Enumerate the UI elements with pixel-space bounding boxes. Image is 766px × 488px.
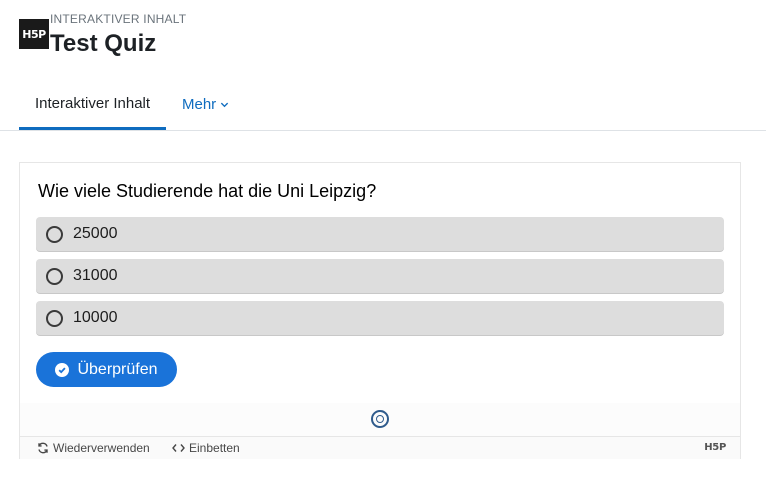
- h5p-logo: H5P: [19, 19, 49, 49]
- answer-option-1[interactable]: 25000: [36, 217, 724, 251]
- answer-label: 10000: [73, 309, 118, 326]
- answer-option-2[interactable]: 31000: [36, 259, 724, 293]
- check-button-label: Überprüfen: [77, 360, 158, 378]
- reuse-button[interactable]: Wiederverwenden: [37, 441, 150, 455]
- answer-label: 25000: [73, 225, 118, 242]
- radio-circle-icon: [46, 225, 63, 243]
- progress-dot-inner: [376, 415, 384, 423]
- question-text: Wie viele Studierende hat die Uni Leipzi…: [38, 181, 377, 201]
- embed-code-icon: [172, 444, 185, 452]
- page: H5P INTERAKTIVER INHALT Test Quiz Intera…: [0, 0, 766, 488]
- check-button[interactable]: Überprüfen: [36, 352, 177, 387]
- tab-label: Interaktiver Inhalt: [35, 95, 151, 112]
- reuse-label: Wiederverwenden: [53, 441, 150, 455]
- radio-circle-icon: [46, 309, 63, 327]
- tab-bar: Interaktiver Inhalt Mehr: [0, 80, 766, 131]
- tab-label: Mehr: [182, 95, 217, 113]
- chevron-down-icon: [221, 102, 229, 107]
- check-circle-icon: [55, 362, 70, 377]
- progress-bar: [20, 403, 740, 436]
- answer-option-3[interactable]: 10000: [36, 301, 724, 335]
- progress-dot-current[interactable]: [371, 410, 389, 428]
- quiz-card: Wie viele Studierende hat die Uni Leipzi…: [19, 162, 741, 459]
- header-pretitle: INTERAKTIVER INHALT: [50, 12, 187, 26]
- tab-interaktiver-inhalt[interactable]: Interaktiver Inhalt: [19, 80, 166, 130]
- tab-mehr[interactable]: Mehr: [182, 80, 229, 128]
- embed-button[interactable]: Einbetten: [172, 441, 240, 455]
- embed-label: Einbetten: [189, 441, 240, 455]
- page-title: Test Quiz: [50, 30, 157, 57]
- h5p-footer: Wiederverwenden Einbetten H5P: [20, 436, 740, 459]
- reuse-icon: [38, 442, 48, 454]
- radio-circle-icon: [46, 267, 63, 285]
- h5p-footer-logo[interactable]: H5P: [704, 442, 726, 453]
- answer-label: 31000: [73, 267, 118, 284]
